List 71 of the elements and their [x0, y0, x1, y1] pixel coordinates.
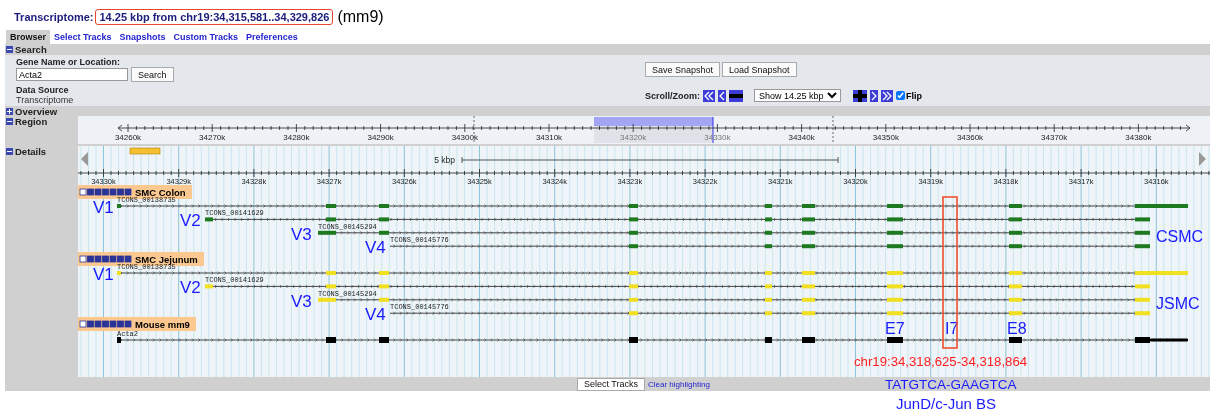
group-label: CSMC	[1156, 228, 1204, 245]
field-label: Gene Name or Location:	[16, 57, 122, 67]
axis-label: 34270k	[199, 133, 226, 142]
tab[interactable]: Preferences	[242, 30, 302, 44]
track-title: SMC Colon	[135, 186, 186, 198]
section-title: Overview	[15, 106, 58, 117]
tab[interactable]: Snapshots	[115, 30, 170, 44]
variant-label: V1	[93, 265, 114, 284]
minus-icon[interactable]	[729, 89, 743, 102]
site-coordinates: chr19:34,318,625-34,318,864	[854, 354, 1028, 369]
snapshot-button[interactable]: Save Snapshot	[645, 62, 721, 77]
chevron-right-icon[interactable]	[870, 89, 878, 102]
variant-label: V1	[93, 198, 114, 217]
axis-label: 34300k	[451, 133, 478, 142]
axis-label: 34310k	[535, 133, 563, 142]
site-sequence: TATGTCA-GAAGTCA	[885, 377, 1017, 392]
double-chevron-right-icon[interactable]	[881, 89, 893, 102]
track-title: Mouse mm9	[135, 318, 190, 330]
clear-highlighting-link[interactable]: Clear highlighting	[648, 379, 710, 389]
page-title: Transcriptome:	[14, 11, 94, 23]
search-field[interactable]: Acta2	[16, 68, 128, 81]
scroll-left-icon[interactable]	[81, 152, 88, 166]
region-marker	[129, 147, 161, 155]
collapse-icon[interactable]	[6, 118, 13, 125]
variant-label: V4	[365, 238, 386, 258]
axis-label: 34320k	[620, 133, 647, 142]
expand-icon[interactable]	[6, 108, 13, 115]
variant-label: V3	[291, 291, 312, 311]
data-source-label: Data Source	[16, 85, 70, 95]
location-text: 14.25 kbp from chr19:34,315,581..34,329,826	[95, 9, 334, 25]
axis-label: 34380k	[1125, 133, 1152, 142]
tab[interactable]: Select Tracks	[50, 30, 116, 44]
collapse-icon[interactable]	[6, 46, 13, 53]
axis-label: 34260k	[114, 133, 142, 142]
zoom-select[interactable]: Show 14.25 kbp	[754, 89, 841, 102]
tab[interactable]: Custom Tracks	[169, 30, 243, 44]
section-title: Details	[15, 146, 47, 157]
section-title: Search	[15, 44, 47, 55]
dashed-line	[473, 116, 475, 144]
track-title: SMC Jejunum	[135, 253, 198, 265]
variant-label: V4	[365, 305, 386, 325]
axis-label: 34370k	[1041, 133, 1068, 142]
plus-icon[interactable]	[853, 89, 867, 102]
section-title: Region	[15, 116, 48, 127]
axis-label: 34290k	[367, 133, 394, 142]
scroll-zoom-label: Scroll/Zoom:	[645, 90, 700, 101]
site-name: JunD/c-Jun BS	[896, 395, 997, 411]
axis-label: 34360k	[956, 133, 984, 142]
double-chevron-left-icon[interactable]	[703, 89, 715, 102]
search-button[interactable]: Search	[131, 67, 174, 82]
variant-label: V2	[180, 211, 201, 231]
flip-checkbox[interactable]	[896, 91, 905, 100]
variant-label: V3	[291, 224, 312, 244]
scroll-right-icon[interactable]	[1199, 152, 1206, 166]
tab[interactable]: Browser	[6, 30, 50, 44]
collapse-icon[interactable]	[6, 148, 13, 155]
chevron-left-icon[interactable]	[718, 89, 726, 102]
flip-label: Flip	[906, 90, 922, 101]
snapshot-button[interactable]: Load Snapshot	[722, 62, 797, 77]
axis-label: 34350k	[872, 133, 899, 142]
scale-label: 5 kbp	[434, 155, 455, 165]
variant-label: V2	[180, 278, 201, 298]
dashed-line	[832, 116, 834, 144]
select-tracks-button[interactable]: Select Tracks	[577, 377, 646, 391]
assembly-text: (mm9)	[337, 8, 384, 26]
feature-label: E8	[1007, 320, 1027, 337]
axis-label: 34280k	[283, 133, 310, 142]
axis-label: 34340k	[788, 133, 815, 142]
data-source-value: Transcriptome	[16, 95, 75, 105]
feature-label: E7	[885, 320, 905, 337]
group-label: JSMC	[1156, 295, 1200, 312]
